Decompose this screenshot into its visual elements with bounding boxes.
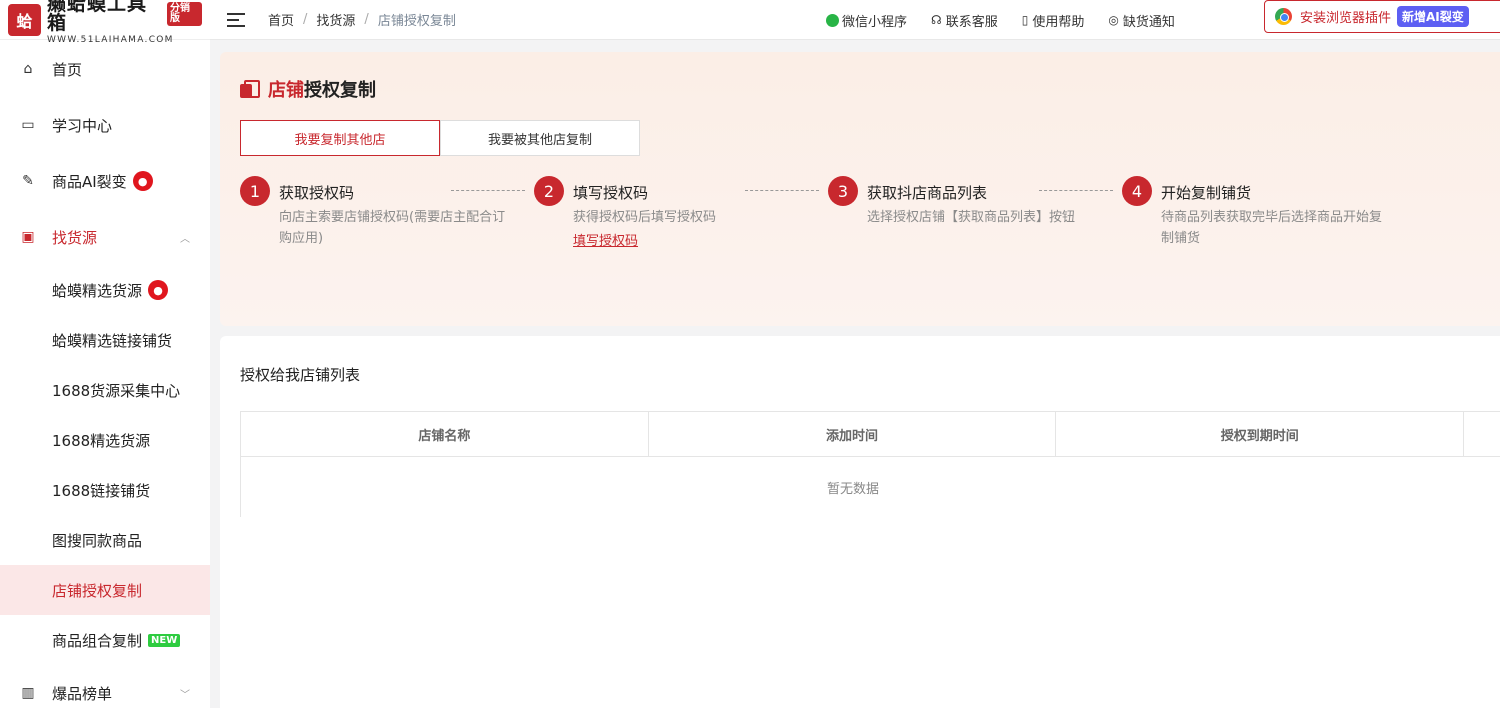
- top-link-label: 使用帮助: [1032, 14, 1085, 30]
- chrome-icon: [1275, 8, 1292, 25]
- step-divider: [451, 190, 525, 191]
- step-desc: 待商品列表获取完毕后选择商品开始复制铺货: [1161, 210, 1383, 246]
- table-header: 店铺名称 添加时间 授权到期时间: [241, 412, 1500, 457]
- step-title: 获取抖店商品列表: [867, 184, 988, 202]
- breadcrumb-home[interactable]: 首页: [268, 10, 294, 29]
- brand-title: 癞蛤蟆工具箱: [46, 0, 147, 34]
- step-title: 填写授权码: [573, 184, 649, 202]
- headset-icon: ☊: [931, 13, 942, 27]
- sidebar: 蛤 癞蛤蟆工具箱 分销版 WWW.51LAIHAMA.COM ⌂ 首页 ▭ 学习…: [0, 0, 210, 708]
- notice-icon: ◎: [1108, 13, 1119, 27]
- frog-logo-icon: 蛤: [8, 3, 41, 36]
- tab-copy-others[interactable]: 我要复制其他店: [240, 120, 440, 156]
- magic-wand-icon: ✎: [22, 173, 34, 189]
- brand-logo[interactable]: 蛤 癞蛤蟆工具箱 分销版 WWW.51LAIHAMA.COM: [0, 0, 210, 44]
- sidebar-item-hot-list[interactable]: ▥ 爆品榜单 ﹀: [0, 668, 210, 708]
- sidebar-item-shop-copy[interactable]: 店铺授权复制: [0, 565, 210, 615]
- wechat-miniprogram-link[interactable]: 微信小程序: [826, 11, 907, 30]
- sidebar-item-label: 1688货源采集中心: [52, 381, 181, 400]
- sidebar-item-label: 图搜同款商品: [52, 531, 143, 550]
- sidebar-item-1688-collect[interactable]: 1688货源采集中心: [0, 365, 210, 415]
- sidebar-item-label: 商品AI裂变: [52, 172, 127, 191]
- customer-service-link[interactable]: ☊ 联系客服: [931, 11, 998, 30]
- step-desc: 获得授权码后填写授权码: [573, 210, 717, 225]
- tab-be-copied[interactable]: 我要被其他店复制: [440, 120, 640, 156]
- step-divider: [745, 190, 819, 191]
- stock-notice-link[interactable]: ◎ 缺货通知: [1108, 11, 1175, 30]
- step-title: 开始复制铺货: [1161, 184, 1252, 202]
- ai-fission-badge: 新增AI裂变: [1397, 6, 1469, 27]
- chevron-down-icon: ﹀: [180, 689, 190, 701]
- step-number: 3: [828, 176, 858, 206]
- plugin-label: 安装浏览器插件: [1300, 11, 1392, 26]
- sidebar-item-hama-source[interactable]: 蛤蟆精选货源 ●: [0, 265, 210, 315]
- sidebar-item-label: 蛤蟆精选货源: [52, 281, 143, 300]
- sidebar-item-image-search[interactable]: 图搜同款商品: [0, 515, 210, 565]
- wechat-icon: [826, 13, 839, 27]
- top-bar: 首页 / 找货源 / 店铺授权复制 微信小程序 ☊ 联系客服 ▯ 使用帮助 ◎ …: [210, 0, 1500, 40]
- step-number: 1: [240, 176, 270, 206]
- sidebar-item-1688-selected[interactable]: 1688精选货源: [0, 415, 210, 465]
- sidebar-item-ai-fission[interactable]: ✎ 商品AI裂变 ●: [0, 156, 210, 206]
- chevron-up-icon: ︿: [180, 233, 190, 245]
- sidebar-item-label: 1688精选货源: [52, 431, 151, 450]
- sidebar-item-label: 学习中心: [52, 116, 113, 135]
- column-added-time: 添加时间: [649, 412, 1057, 456]
- sidebar-item-home[interactable]: ⌂ 首页: [0, 44, 210, 94]
- shop-copy-header-card: 店铺 授权复制 我要复制其他店 我要被其他店复制 1 获取授权码 向店主索要店铺…: [220, 52, 1500, 326]
- sidebar-item-label: 找货源: [52, 228, 98, 247]
- home-icon: ⌂: [23, 61, 33, 77]
- sidebar-item-label: 爆品榜单: [52, 684, 113, 703]
- fill-auth-code-link[interactable]: 填写授权码: [573, 230, 638, 249]
- step-desc: 选择授权店铺【获取商品列表】按钮: [867, 210, 1076, 225]
- sidebar-item-1688-link[interactable]: 1688链接铺货: [0, 465, 210, 515]
- sidebar-item-label: 蛤蟆精选链接铺货: [52, 331, 173, 350]
- top-link-label: 微信小程序: [842, 14, 908, 30]
- copy-mode-tabs: 我要复制其他店 我要被其他店复制: [240, 120, 640, 156]
- step-divider: [1039, 190, 1113, 191]
- page-title-red: 店铺: [268, 80, 304, 101]
- top-link-label: 缺货通知: [1122, 14, 1175, 30]
- sidebar-item-hama-link[interactable]: 蛤蟆精选链接铺货: [0, 315, 210, 365]
- authorized-shops-table: 店铺名称 添加时间 授权到期时间 暂无数据: [240, 411, 1500, 517]
- menu-toggle-icon[interactable]: [227, 12, 245, 27]
- book-icon: ▭: [21, 117, 35, 133]
- authorized-shops-card: 授权给我店铺列表 店铺名称 添加时间 授权到期时间 暂无数据: [220, 336, 1500, 708]
- sidebar-item-learning[interactable]: ▭ 学习中心: [0, 100, 210, 150]
- brand-badge: 分销版: [167, 1, 202, 26]
- sidebar-item-label: 店铺授权复制: [52, 581, 143, 600]
- new-badge: NEW: [148, 633, 181, 647]
- step-number: 2: [534, 176, 564, 206]
- list-title: 授权给我店铺列表: [240, 366, 361, 384]
- document-icon: ▯: [1021, 13, 1029, 27]
- page-title-rest: 授权复制: [304, 80, 376, 101]
- top-link-label: 联系客服: [945, 14, 998, 30]
- sidebar-item-label: 商品组合复制: [52, 631, 143, 650]
- page-title: 店铺 授权复制: [240, 76, 376, 102]
- column-shop-name: 店铺名称: [241, 412, 649, 456]
- fire-icon: ●: [148, 280, 169, 300]
- step-desc: 向店主索要店铺授权码(需要店主配合订购应用): [279, 210, 506, 246]
- install-plugin-button[interactable]: 安装浏览器插件 新增AI裂变: [1264, 0, 1500, 33]
- sidebar-item-find-source[interactable]: ▣ 找货源 ︿: [0, 212, 210, 262]
- copy-icon: [240, 80, 260, 98]
- chart-icon: ▥: [21, 685, 35, 701]
- sidebar-item-label: 首页: [52, 60, 83, 79]
- sidebar-item-combo-copy[interactable]: 商品组合复制 NEW: [0, 615, 210, 665]
- breadcrumb: 首页 / 找货源 / 店铺授权复制: [268, 10, 456, 29]
- sidebar-item-label: 1688链接铺货: [52, 481, 151, 500]
- column-actions: [1464, 412, 1500, 456]
- bag-icon: ▣: [21, 229, 35, 245]
- empty-state: 暂无数据: [826, 481, 879, 497]
- breadcrumb-find-source[interactable]: 找货源: [316, 10, 355, 29]
- help-link[interactable]: ▯ 使用帮助: [1022, 11, 1085, 30]
- breadcrumb-current: 店铺授权复制: [377, 14, 456, 29]
- column-expire-time: 授权到期时间: [1056, 412, 1465, 456]
- step-title: 获取授权码: [279, 184, 355, 202]
- step-number: 4: [1122, 176, 1152, 206]
- fire-icon: ●: [132, 171, 153, 191]
